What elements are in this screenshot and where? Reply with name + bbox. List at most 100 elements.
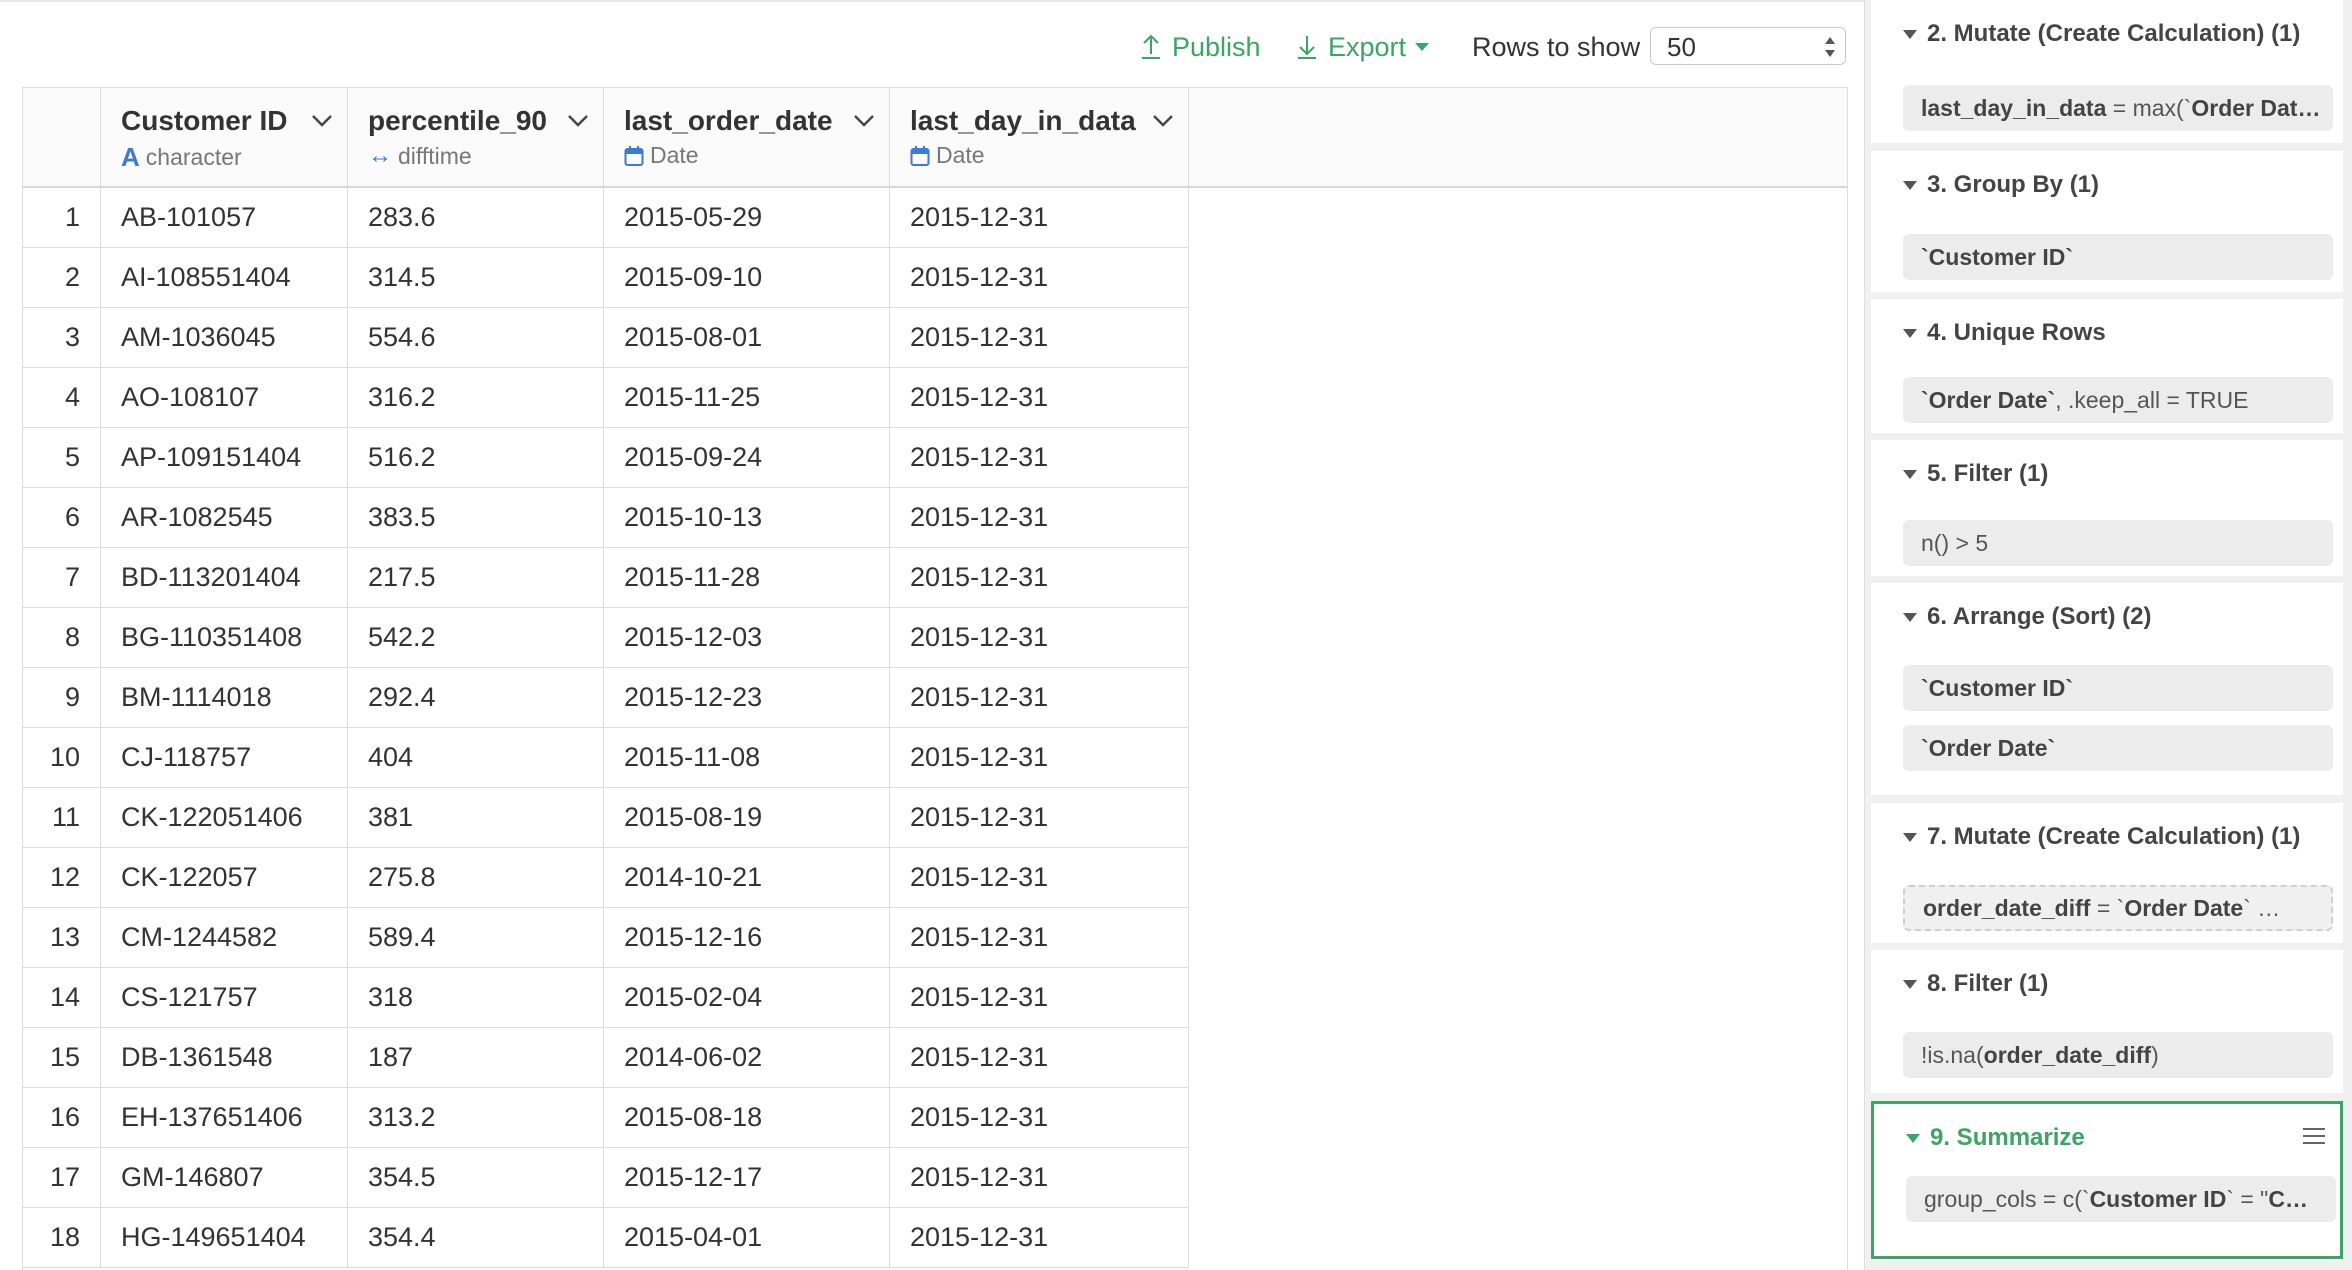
table-cell[interactable]: 318 xyxy=(348,968,604,1027)
table-cell[interactable]: 313.2 xyxy=(348,1088,604,1147)
table-cell[interactable]: CM-1244582 xyxy=(101,908,348,967)
menu-icon[interactable] xyxy=(2302,1126,2326,1146)
column-header-percentile-90[interactable]: percentile_90 ↔ difftime xyxy=(348,88,604,186)
table-cell[interactable]: 2015-12-31 xyxy=(890,1148,1189,1207)
table-cell[interactable]: 2015-12-31 xyxy=(890,188,1189,247)
step-argument[interactable]: `Customer ID` xyxy=(1903,234,2333,280)
table-cell[interactable]: 2015-10-13 xyxy=(604,488,890,547)
export-button[interactable]: Export xyxy=(1296,24,1430,70)
table-cell[interactable]: 2015-12-31 xyxy=(890,728,1189,787)
table-cell[interactable]: 381 xyxy=(348,788,604,847)
step-card[interactable]: 9. Summarize group_cols = c(`Customer ID`… xyxy=(1871,1101,2343,1259)
table-cell[interactable]: 2015-11-25 xyxy=(604,368,890,427)
table-cell[interactable]: 2015-05-29 xyxy=(604,188,890,247)
table-cell[interactable]: 217.5 xyxy=(348,548,604,607)
step-argument[interactable]: `Customer ID` xyxy=(1903,665,2333,711)
table-cell[interactable]: AO-108107 xyxy=(101,368,348,427)
step-argument[interactable]: order_date_diff = `Order Date` … xyxy=(1903,885,2333,931)
table-cell[interactable]: 542.2 xyxy=(348,608,604,667)
table-cell[interactable]: 2015-12-31 xyxy=(890,248,1189,307)
table-cell[interactable]: EH-137651406 xyxy=(101,1088,348,1147)
caret-down-icon[interactable] xyxy=(1906,1133,1920,1143)
table-cell[interactable]: BG-110351408 xyxy=(101,608,348,667)
table-cell[interactable]: 2015-12-31 xyxy=(890,968,1189,1027)
table-cell[interactable]: 2015-12-16 xyxy=(604,908,890,967)
table-cell[interactable]: 2015-12-31 xyxy=(890,488,1189,547)
caret-down-icon[interactable] xyxy=(1903,612,1917,622)
table-cell[interactable]: 516.2 xyxy=(348,428,604,487)
table-cell[interactable]: 2015-08-18 xyxy=(604,1088,890,1147)
table-cell[interactable]: 2014-10-21 xyxy=(604,848,890,907)
table-cell[interactable]: 404 xyxy=(348,728,604,787)
table-cell[interactable]: HG-149651404 xyxy=(101,1208,348,1267)
caret-down-icon[interactable] xyxy=(1903,979,1917,989)
table-cell[interactable]: DB-1361548 xyxy=(101,1028,348,1087)
step-title[interactable]: 4. Unique Rows xyxy=(1903,319,2106,347)
table-cell[interactable]: 2015-08-01 xyxy=(604,308,890,367)
step-card[interactable]: 4. Unique Rows `Order Date`, .keep_all = … xyxy=(1871,299,2343,433)
table-cell[interactable]: GM-146807 xyxy=(101,1148,348,1207)
step-title[interactable]: 5. Filter (1) xyxy=(1903,460,2048,488)
table-cell[interactable]: 354.5 xyxy=(348,1148,604,1207)
step-card[interactable]: 6. Arrange (Sort) (2) `Customer ID` `Order… xyxy=(1871,583,2343,795)
step-card[interactable]: 3. Group By (1) `Customer ID` xyxy=(1871,151,2343,292)
table-cell[interactable]: 2015-04-01 xyxy=(604,1208,890,1267)
step-argument[interactable]: `Order Date` xyxy=(1903,725,2333,771)
table-cell[interactable]: 2015-11-08 xyxy=(604,728,890,787)
table-cell[interactable]: 554.6 xyxy=(348,308,604,367)
table-cell[interactable]: 275.8 xyxy=(348,848,604,907)
column-header-last-order-date[interactable]: last_order_date Date xyxy=(604,88,890,186)
caret-down-icon[interactable] xyxy=(1903,29,1917,39)
column-header-customer-id[interactable]: Customer ID A character xyxy=(101,88,348,186)
step-argument[interactable]: `Order Date`, .keep_all = TRUE xyxy=(1903,377,2333,423)
table-cell[interactable]: 283.6 xyxy=(348,188,604,247)
table-cell[interactable]: BM-1114018 xyxy=(101,668,348,727)
table-cell[interactable]: AR-1082545 xyxy=(101,488,348,547)
table-cell[interactable]: 2014-06-02 xyxy=(604,1028,890,1087)
step-title[interactable]: 9. Summarize xyxy=(1906,1124,2085,1152)
table-cell[interactable]: 292.4 xyxy=(348,668,604,727)
table-cell[interactable]: 2015-12-31 xyxy=(890,608,1189,667)
table-cell[interactable]: 2015-12-31 xyxy=(890,788,1189,847)
caret-down-icon[interactable] xyxy=(1903,180,1917,190)
step-card[interactable]: 8. Filter (1) !is.na(order_date_diff) xyxy=(1871,950,2343,1093)
table-cell[interactable]: 2015-12-23 xyxy=(604,668,890,727)
chevron-down-icon[interactable] xyxy=(311,114,333,128)
table-cell[interactable]: CJ-118757 xyxy=(101,728,348,787)
table-cell[interactable]: 2015-08-19 xyxy=(604,788,890,847)
table-cell[interactable]: 2015-12-31 xyxy=(890,1028,1189,1087)
step-argument[interactable]: !is.na(order_date_diff) xyxy=(1903,1032,2333,1078)
table-cell[interactable]: 383.5 xyxy=(348,488,604,547)
table-cell[interactable]: AP-109151404 xyxy=(101,428,348,487)
table-cell[interactable]: CK-122057 xyxy=(101,848,348,907)
caret-down-icon[interactable] xyxy=(1903,832,1917,842)
step-title[interactable]: 2. Mutate (Create Calculation) (1) xyxy=(1903,20,2300,48)
table-cell[interactable]: 2015-12-31 xyxy=(890,1208,1189,1267)
table-cell[interactable]: 2015-12-31 xyxy=(890,848,1189,907)
table-cell[interactable]: 2015-12-17 xyxy=(604,1148,890,1207)
table-cell[interactable]: 2015-09-10 xyxy=(604,248,890,307)
table-cell[interactable]: 187 xyxy=(348,1028,604,1087)
table-cell[interactable]: CK-122051406 xyxy=(101,788,348,847)
column-header-last-day-in-data[interactable]: last_day_in_data Date xyxy=(890,88,1189,186)
chevron-down-icon[interactable] xyxy=(567,114,589,128)
step-card[interactable]: 5. Filter (1) n() > 5 xyxy=(1871,440,2343,576)
table-cell[interactable]: BD-113201404 xyxy=(101,548,348,607)
table-cell[interactable]: 2015-02-04 xyxy=(604,968,890,1027)
chevron-down-icon[interactable] xyxy=(1152,114,1174,128)
step-title[interactable]: 7. Mutate (Create Calculation) (1) xyxy=(1903,823,2300,851)
caret-down-icon[interactable] xyxy=(1903,328,1917,338)
table-cell[interactable]: 354.4 xyxy=(348,1208,604,1267)
table-cell[interactable]: 2015-12-31 xyxy=(890,428,1189,487)
table-cell[interactable]: 2015-12-31 xyxy=(890,308,1189,367)
table-cell[interactable]: 2015-12-31 xyxy=(890,548,1189,607)
table-cell[interactable]: 2015-12-31 xyxy=(890,1088,1189,1147)
step-argument[interactable]: group_cols = c(`Customer ID` = "C… xyxy=(1906,1176,2336,1222)
table-cell[interactable]: 2015-12-31 xyxy=(890,368,1189,427)
step-argument[interactable]: n() > 5 xyxy=(1903,520,2333,566)
rows-to-show-select[interactable]: 50 xyxy=(1650,27,1846,65)
table-cell[interactable]: 2015-11-28 xyxy=(604,548,890,607)
caret-down-icon[interactable] xyxy=(1903,469,1917,479)
chevron-down-icon[interactable] xyxy=(853,114,875,128)
table-cell[interactable]: 2015-12-03 xyxy=(604,608,890,667)
